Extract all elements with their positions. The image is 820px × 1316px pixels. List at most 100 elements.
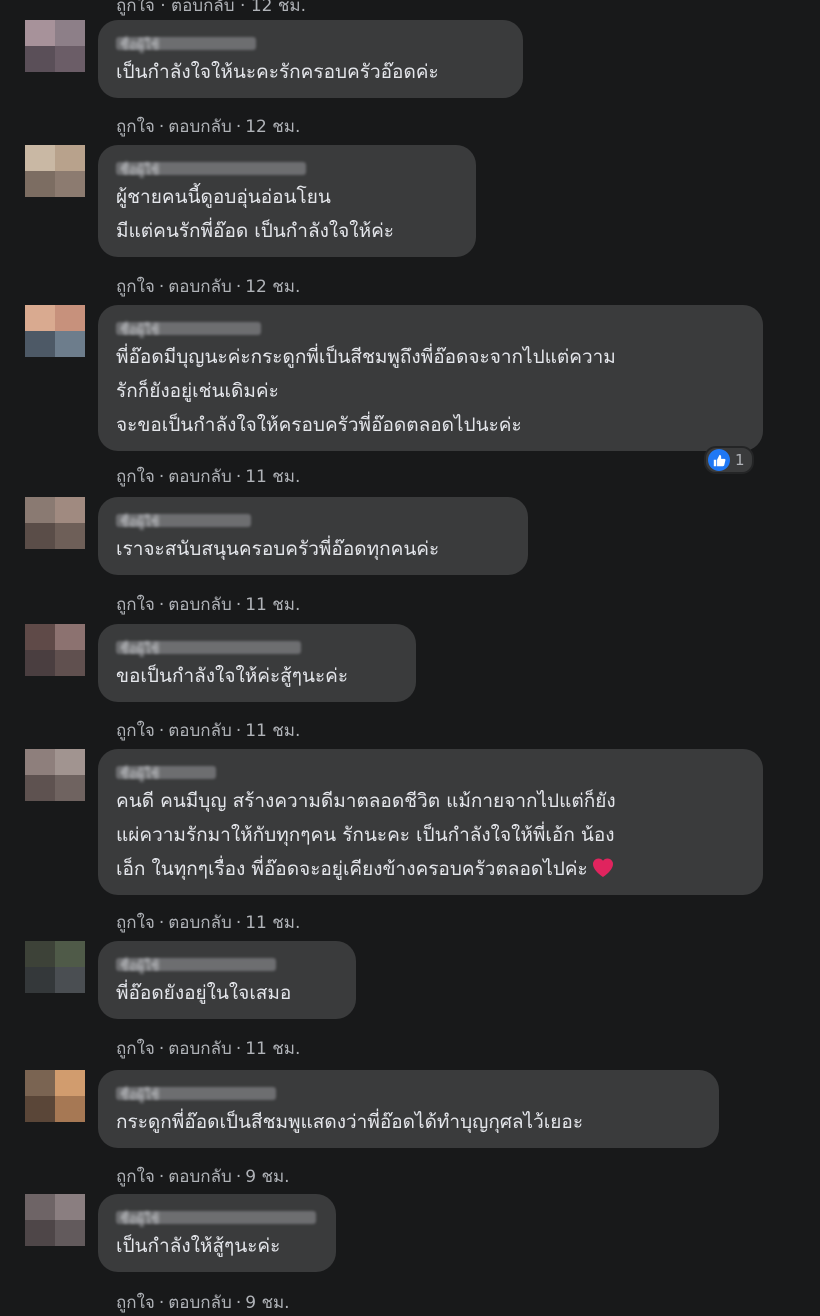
like-link[interactable]: ถูกใจ [116, 277, 155, 297]
comment-author-name[interactable]: ชื่อผู้ใช้ [116, 318, 763, 338]
comment-bubble: ชื่อผู้ใช้ขอเป็นกำลังใจให้ค่ะสู้ๆนะค่ะ [98, 624, 416, 702]
avatar[interactable] [25, 305, 85, 357]
reply-link[interactable]: ตอบกลับ [168, 913, 232, 933]
comment-author-name[interactable]: ชื่อผู้ใช้ [116, 158, 476, 178]
separator-dot: · [235, 595, 242, 615]
timestamp-link[interactable]: 12 ชม. [245, 277, 300, 297]
like-link[interactable]: ถูกใจ [116, 1293, 155, 1313]
like-icon [708, 449, 730, 471]
avatar[interactable] [25, 1070, 85, 1122]
avatar[interactable] [25, 20, 85, 72]
like-link[interactable]: ถูกใจ [116, 721, 155, 741]
reply-link[interactable]: ตอบกลับ [168, 1039, 232, 1059]
comment-bubble: ชื่อผู้ใช้ เป็นกำลังให้สู้ๆนะค่ะ [98, 1194, 336, 1272]
avatar[interactable] [25, 497, 85, 549]
author-name-text: ชื่อผู้ใช้ [120, 959, 160, 974]
avatar[interactable] [25, 145, 85, 197]
separator-dot: · [235, 1167, 242, 1187]
author-name-text: ชื่อผู้ใช้ [120, 163, 160, 178]
timestamp-link[interactable]: 9 ชม. [245, 1293, 289, 1313]
reaction-count: 1 [735, 451, 745, 469]
like-link[interactable]: ถูกใจ [116, 467, 155, 487]
comment-text-line: ขอเป็นกำลังใจให้ค่ะสู้ๆนะค่ะ [116, 665, 349, 687]
reply-link[interactable]: ตอบกลับ [168, 1293, 232, 1313]
author-name-text: ชื่อผู้ใช้ [120, 767, 160, 782]
comment-author-name[interactable]: ชื่อผู้ใช้ [116, 954, 356, 974]
comment-meta: ถูกใจ · ตอบกลับ · 12 ชม. [116, 273, 300, 300]
comment-meta: ถูกใจ · ตอบกลับ · 9 ชม. [116, 1289, 290, 1316]
comment-text-line: พี่อ๊อดมีบุญนะค่ะกระดูกพี่เป็นสีชมพูถึงพ… [116, 346, 616, 368]
separator-dot: · [158, 1293, 165, 1313]
separator-dot: · [158, 467, 165, 487]
reply-link[interactable]: ตอบกลับ [168, 595, 232, 615]
timestamp-link[interactable]: 11 ชม. [245, 721, 300, 741]
comment-thread: ถูกใจ · ตอบกลับ · 12 ชม. ชื่อผู้ใช้ เป็นก… [0, 0, 820, 1316]
comment-author-name[interactable]: ชื่อผู้ใช้ [116, 510, 528, 530]
comment-bubble: ชื่อผู้ใช้พี่อ๊อดมีบุญนะค่ะกระดูกพี่เป็น… [98, 305, 763, 451]
comment-author-name[interactable]: ชื่อผู้ใช้ [116, 33, 523, 53]
comment-bubble: ชื่อผู้ใช้เป็นกำลังใจให้นะคะรักครอบครัวอ… [98, 20, 523, 98]
avatar[interactable] [25, 941, 85, 993]
comment-bubble: ชื่อผู้ใช้ผู้ชายคนนี้ดูอบอุ่นอ่อนโยนมีแต… [98, 145, 476, 257]
author-name-text: ชื่อผู้ใช้ [120, 323, 160, 338]
comment-meta: ถูกใจ · ตอบกลับ · 9 ชม. [116, 1163, 290, 1190]
separator-dot: · [235, 721, 242, 741]
reaction-badge[interactable]: 1 [704, 446, 754, 474]
separator-dot: · [235, 1293, 242, 1313]
like-link[interactable]: ถูกใจ [116, 913, 155, 933]
avatar[interactable] [25, 1194, 85, 1246]
comment-author-name[interactable]: ชื่อผู้ใช้ [116, 1207, 336, 1227]
comment-author-name[interactable]: ชื่อผู้ใช้ [116, 762, 763, 782]
like-link[interactable]: ถูกใจ [116, 117, 155, 137]
comment-bubble: ชื่อผู้ใช้กระดูกพี่อ๊อดเป็นสีชมพูแสดงว่า… [98, 1070, 719, 1148]
comment-text-line: พี่อ๊อดยังอยู่ในใจเสมอ [116, 982, 292, 1004]
reply-link[interactable]: ตอบกลับ [168, 467, 232, 487]
timestamp-link[interactable]: 11 ชม. [245, 595, 300, 615]
comment-text-line: คนดี คนมีบุญ สร้างความดีมาตลอดชีวิต แม้ก… [116, 790, 616, 812]
like-link[interactable]: ถูกใจ [116, 1039, 155, 1059]
like-link[interactable]: ถูกใจ [116, 595, 155, 615]
author-name-text: ชื่อผู้ใช้ [120, 642, 160, 657]
comment-text-line: กระดูกพี่อ๊อดเป็นสีชมพูแสดงว่าพี่อ๊อดได้… [116, 1111, 584, 1133]
comment-text-line: จะขอเป็นกำลังใจให้ครอบครัวพี่อ๊อดตลอดไปน… [116, 414, 522, 436]
comment-text-line: ผู้ชายคนนี้ดูอบอุ่นอ่อนโยน [116, 186, 331, 208]
comment-author-name[interactable]: ชื่อผู้ใช้ [116, 637, 416, 657]
reply-link[interactable]: ตอบกลับ [168, 117, 232, 137]
comment-meta-partial: ถูกใจ · ตอบกลับ · 12 ชม. [116, 0, 306, 16]
comment-meta: ถูกใจ · ตอบกลับ · 11 ชม. [116, 463, 300, 490]
separator-dot: · [235, 117, 242, 137]
comment-text-line: แผ่ความรักมาให้กับทุกๆคน รักนะคะ เป็นกำล… [116, 824, 615, 846]
avatar[interactable] [25, 624, 85, 676]
separator-dot: · [158, 117, 165, 137]
timestamp-link[interactable]: 11 ชม. [245, 913, 300, 933]
comment-bubble: ชื่อผู้ใช้พี่อ๊อดยังอยู่ในใจเสมอ [98, 941, 356, 1019]
separator-dot: · [158, 721, 165, 741]
comment-text-line: เป็นกำลังใจให้นะคะรักครอบครัวอ๊อดค่ะ [116, 61, 439, 83]
author-name-text: ชื่อผู้ใช้ [120, 1088, 160, 1103]
separator-dot: · [235, 277, 242, 297]
separator-dot: · [158, 1167, 165, 1187]
author-name-text: ชื่อผู้ใช้ [120, 515, 160, 530]
comment-meta: ถูกใจ · ตอบกลับ · 11 ชม. [116, 1035, 300, 1062]
author-name-text: ชื่อผู้ใช้ [120, 38, 160, 53]
separator-dot: · [235, 1039, 242, 1059]
comment-meta: ถูกใจ · ตอบกลับ · 11 ชม. [116, 717, 300, 744]
comment-meta: ถูกใจ · ตอบกลับ · 12 ชม. [116, 113, 300, 140]
timestamp-link[interactable]: 9 ชม. [245, 1167, 289, 1187]
timestamp-link[interactable]: 12 ชม. [245, 117, 300, 137]
separator-dot: · [158, 595, 165, 615]
comment-text-line: มีแต่คนรักพี่อ๊อด เป็นกำลังใจให้ค่ะ [116, 220, 395, 242]
comment-meta: ถูกใจ · ตอบกลับ · 11 ชม. [116, 909, 300, 936]
reply-link[interactable]: ตอบกลับ [168, 721, 232, 741]
avatar[interactable] [25, 749, 85, 801]
timestamp-link[interactable]: 11 ชม. [245, 1039, 300, 1059]
comment-bubble: ชื่อผู้ใช้คนดี คนมีบุญ สร้างความดีมาตลอด… [98, 749, 763, 895]
comment-text-line: เอ็ก ในทุกๆเรื่อง พี่อ๊อดจะอยู่เคียงข้าง… [116, 852, 763, 889]
comment-text-line: รักก็ยังอยู่เช่นเดิมค่ะ [116, 380, 279, 402]
comment-author-name[interactable]: ชื่อผู้ใช้ [116, 1083, 719, 1103]
reply-link[interactable]: ตอบกลับ [168, 277, 232, 297]
reply-link[interactable]: ตอบกลับ [168, 1167, 232, 1187]
like-link[interactable]: ถูกใจ [116, 1167, 155, 1187]
timestamp-link[interactable]: 11 ชม. [245, 467, 300, 487]
separator-dot: · [235, 467, 242, 487]
